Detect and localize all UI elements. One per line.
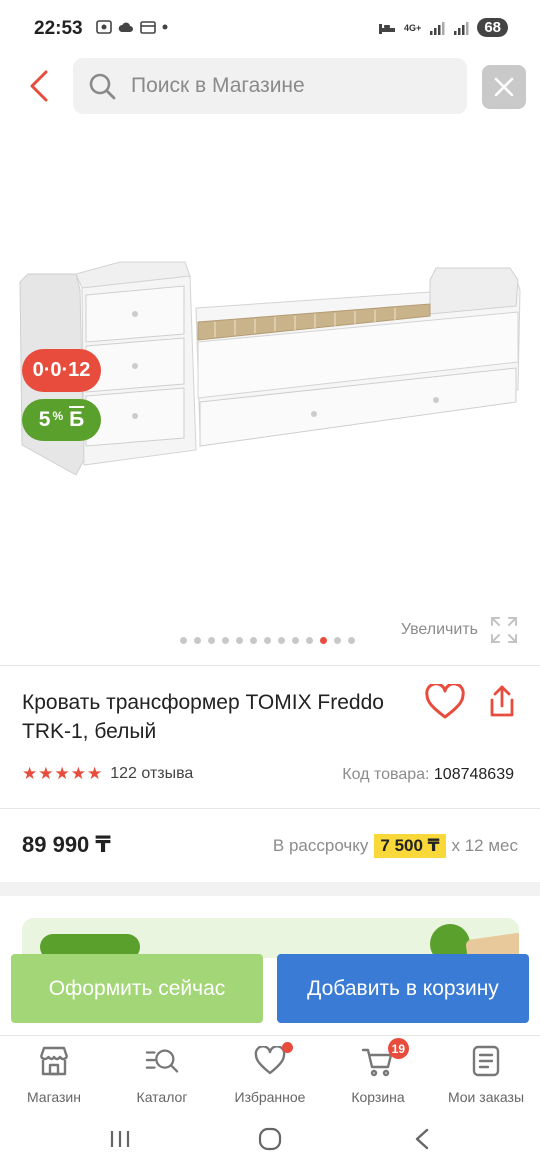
pagination-dot[interactable] [348,637,355,644]
installment-info[interactable]: В рассрочку 7 500 ₸ х 12 мес [273,834,518,858]
screenshot-icon [96,20,112,34]
tab-favorites[interactable]: Избранное [216,1042,324,1105]
rating-stars: ★ ★ ★ ★ ★ [22,764,102,784]
home-icon [258,1127,282,1151]
status-system-icons: 4G+ 68 [378,18,508,37]
pagination-dot[interactable] [236,637,243,644]
notification-dot [282,1042,293,1053]
orders-icon [469,1044,503,1078]
pagination-dot[interactable] [194,637,201,644]
status-notification-icons [96,20,168,34]
add-to-cart-button[interactable]: Добавить в корзину [277,954,529,1023]
zoom-label: Увеличить [400,621,478,638]
tab-catalog[interactable]: Каталог [108,1044,216,1105]
status-time: 22:53 [34,18,83,39]
pagination-dot[interactable] [264,637,271,644]
recent-apps-button[interactable] [100,1124,140,1154]
search-bar[interactable] [73,58,467,114]
rating: ★ ★ ★ ★ ★ 122 отзыва [22,764,193,784]
back-triangle-icon [415,1128,429,1150]
product-gallery[interactable]: 0·0·12 5% Б Увеличить [0,120,540,665]
signal-icon-2 [454,21,469,35]
installment-amount: 7 500 ₸ [374,834,446,858]
gallery-pagination [180,637,355,644]
bonus-unit: % [52,409,64,423]
heart-icon [253,1042,293,1078]
reviews-link[interactable]: 122 отзыва [110,765,193,783]
store-icon [37,1044,71,1078]
recent-apps-icon [110,1131,130,1147]
cart-icon: 19 [361,1038,409,1078]
pagination-dot[interactable] [320,637,327,644]
share-button[interactable] [484,684,520,720]
product-title: Кровать трансформер TOMIX Freddo TRK-1, … [22,691,384,743]
favorite-button[interactable] [425,682,465,720]
credit-badge: 0·0·12 [22,349,101,392]
back-button[interactable] [22,68,56,104]
share-icon [490,685,514,717]
search-input[interactable] [131,74,451,98]
catalog-search-icon [145,1044,179,1078]
close-button[interactable] [482,65,526,109]
tab-label: Корзина [351,1089,405,1105]
price: 89 990 ₸ [22,832,111,857]
pagination-dot[interactable] [292,637,299,644]
cart-count-badge: 19 [387,1038,409,1059]
star-icon: ★ [70,764,86,783]
pagination-dot[interactable] [250,637,257,644]
section-separator [0,882,540,896]
star-icon: ★ [38,764,54,783]
cloud-icon [118,22,133,32]
tab-label: Мои заказы [447,1089,525,1105]
sku-value: 108748639 [433,766,514,783]
battery-indicator: 68 [477,18,508,37]
bonus-symbol: Б [69,408,85,431]
sku-label: Код товара: [342,766,430,783]
search-icon [87,71,117,101]
divider [0,665,540,666]
divider [0,808,540,809]
status-bar: 22:53 4G+ 68 [0,0,540,56]
pagination-dot[interactable] [334,637,341,644]
network-type: 4G+ [404,22,422,33]
tab-label: Магазин [26,1089,81,1105]
bonus-value: 5 [38,408,51,431]
star-icon: ★ [87,764,103,783]
pagination-dot[interactable] [306,637,313,644]
bonus-coin-icon [430,924,470,958]
chevron-left-icon [30,70,48,102]
tab-store[interactable]: Магазин [0,1044,108,1105]
promo-card[interactable] [22,918,519,958]
star-icon: ★ [54,764,70,783]
pagination-dot[interactable] [180,637,187,644]
close-icon [494,77,514,97]
tab-label: Избранное [234,1089,306,1105]
star-icon: ★ [22,764,38,783]
bottom-tab-bar: Магазин Каталог Избранное 19 Корзина Мои… [0,1035,540,1110]
bonus-badge: 5% Б [22,399,101,441]
pagination-dot[interactable] [278,637,285,644]
heart-icon [425,682,465,719]
expand-icon [491,617,517,643]
pagination-dot[interactable] [208,637,215,644]
signal-icon [430,21,445,35]
installment-prefix: В рассрочку [272,836,369,855]
calendar-icon [140,21,156,34]
zoom-button[interactable]: Увеличить [401,616,518,644]
system-back-button[interactable] [402,1124,442,1154]
pagination-dot[interactable] [222,637,229,644]
buy-now-button[interactable]: Оформить сейчас [11,954,263,1023]
sleep-mode-icon [379,23,396,34]
tab-label: Каталог [136,1089,188,1105]
installment-suffix: х 12 мес [451,836,519,855]
system-navigation-bar [0,1110,540,1170]
more-dot-icon [162,24,168,30]
tab-orders[interactable]: Мои заказы [432,1044,540,1105]
top-bar [0,56,540,116]
tab-cart[interactable]: 19 Корзина [324,1038,432,1105]
sku: Код товара: 108748639 [342,766,514,784]
home-button[interactable] [250,1124,290,1154]
